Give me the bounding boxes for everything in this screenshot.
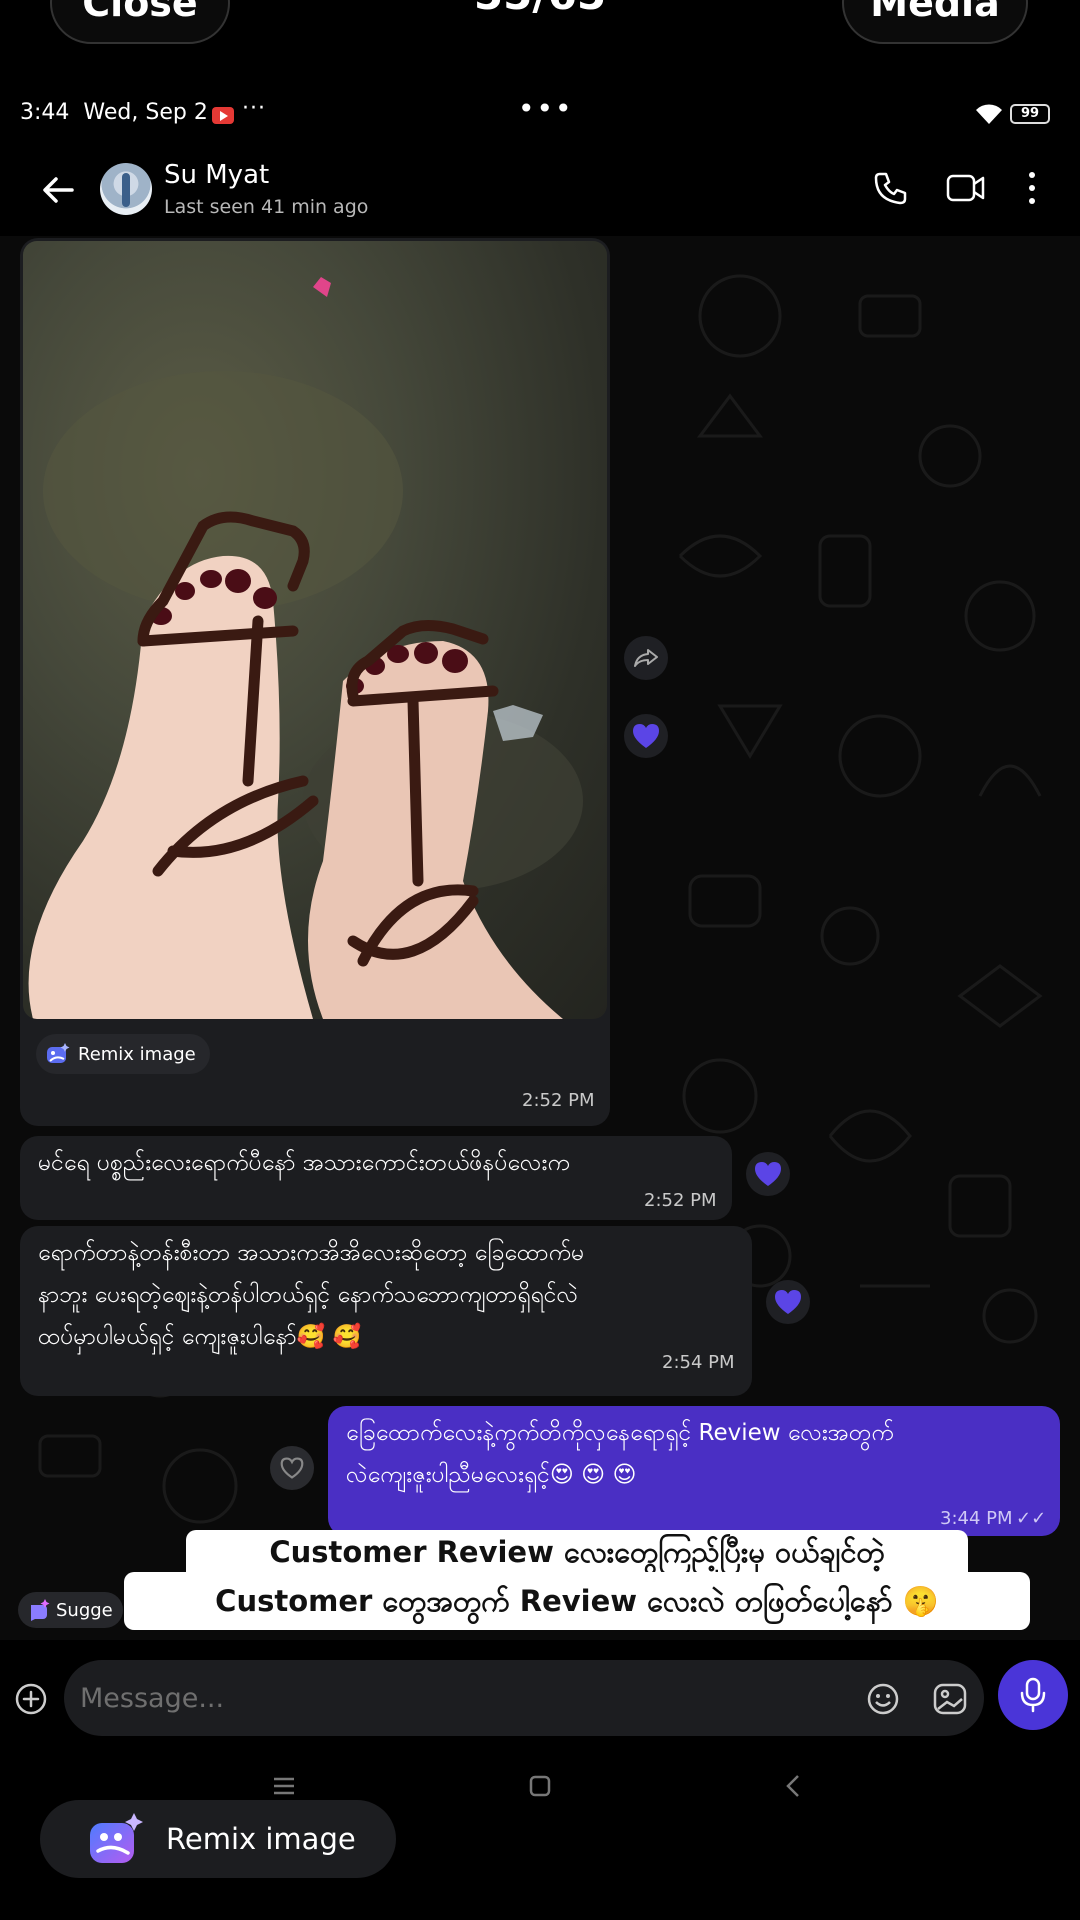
media-button[interactable]: Media bbox=[842, 0, 1028, 44]
outgoing-message[interactable]: ခြေထောက်လေးနဲ့ကွက်တိကိုလှနေရောရှင့် Revi… bbox=[328, 1406, 1060, 1536]
battery-icon: 99 bbox=[1010, 104, 1050, 124]
system-nav-bar bbox=[0, 1770, 1080, 1802]
react-button[interactable] bbox=[270, 1446, 314, 1490]
phone-icon[interactable] bbox=[872, 170, 908, 206]
video-call-icon[interactable] bbox=[946, 170, 986, 206]
more-options-icon[interactable] bbox=[1024, 170, 1040, 206]
suggestions-chip[interactable]: Sugge bbox=[18, 1592, 123, 1628]
wifi-icon bbox=[976, 104, 1002, 124]
incoming-message[interactable]: မင်ရေ ပစ္စည်းလေးရောက်ပီနော် အသားကောင်းတယ… bbox=[20, 1136, 732, 1220]
contact-name[interactable]: Su Myat bbox=[164, 160, 269, 190]
message-time: 2:52 PM bbox=[644, 1190, 717, 1211]
status-time: 3:44 bbox=[20, 100, 70, 125]
status-bar: 3:44 Wed, Sep 2 ··· ••• 99 bbox=[0, 92, 1080, 136]
remix-image-chip[interactable]: Remix image bbox=[36, 1034, 210, 1074]
caption-line-2: Customer တွေအတွက် Review လေးလဲ တဖြတ်ပေါ့… bbox=[124, 1572, 1030, 1630]
heart-outline-icon bbox=[280, 1457, 304, 1479]
heart-icon bbox=[775, 1290, 801, 1314]
home-icon[interactable] bbox=[528, 1774, 552, 1798]
read-receipt-icon: ✓✓ bbox=[1016, 1508, 1047, 1529]
message-time: 2:52 PM bbox=[522, 1090, 595, 1111]
heart-reaction[interactable] bbox=[766, 1280, 810, 1324]
heart-icon bbox=[633, 724, 659, 748]
sparkle-icon bbox=[31, 1599, 50, 1621]
avatar[interactable] bbox=[100, 163, 152, 215]
microphone-icon bbox=[1020, 1677, 1046, 1713]
incoming-message[interactable]: ရောက်တာနဲ့တန်းစီးတာ အသားကအိအိလေးဆိုတော့ … bbox=[20, 1226, 752, 1396]
nav-back-icon[interactable] bbox=[784, 1774, 802, 1798]
sandals-photo[interactable] bbox=[23, 241, 607, 1019]
forward-icon bbox=[634, 649, 658, 667]
chat-area[interactable]: Remix image 2:52 PM မင်ရေ ပစ္စည်းလေးရောက… bbox=[0, 236, 1080, 1640]
emoji-icon[interactable] bbox=[866, 1682, 900, 1716]
status-more: ··· bbox=[242, 96, 266, 121]
message-input-bar bbox=[0, 1660, 1080, 1740]
recents-icon[interactable] bbox=[272, 1776, 296, 1796]
voice-record-button[interactable] bbox=[998, 1660, 1068, 1730]
youtube-icon bbox=[212, 107, 234, 124]
chat-header: Su Myat Last seen 41 min ago bbox=[0, 150, 1080, 230]
heart-reaction[interactable] bbox=[746, 1152, 790, 1196]
heart-reaction[interactable] bbox=[624, 714, 668, 758]
gallery-icon[interactable] bbox=[932, 1682, 968, 1716]
add-icon[interactable] bbox=[14, 1682, 48, 1716]
message-time: 2:54 PM bbox=[662, 1352, 735, 1373]
back-arrow-icon[interactable] bbox=[38, 170, 78, 210]
last-seen-status: Last seen 41 min ago bbox=[164, 196, 369, 218]
remix-image-button[interactable]: Remix image bbox=[40, 1800, 396, 1878]
forward-button[interactable] bbox=[624, 636, 668, 680]
heart-icon bbox=[755, 1162, 781, 1186]
remix-image-icon bbox=[90, 1813, 143, 1863]
image-message[interactable]: Remix image 2:52 PM bbox=[20, 238, 610, 1126]
caption-line-1: Customer Review လေးတွေကြည့်ပြီးမှ ဝယ်ချင… bbox=[186, 1530, 968, 1574]
status-date: Wed, Sep 2 bbox=[83, 100, 208, 125]
notification-dots: ••• bbox=[518, 92, 574, 125]
message-input[interactable] bbox=[64, 1660, 984, 1736]
remix-sparkle-icon bbox=[47, 1043, 70, 1063]
